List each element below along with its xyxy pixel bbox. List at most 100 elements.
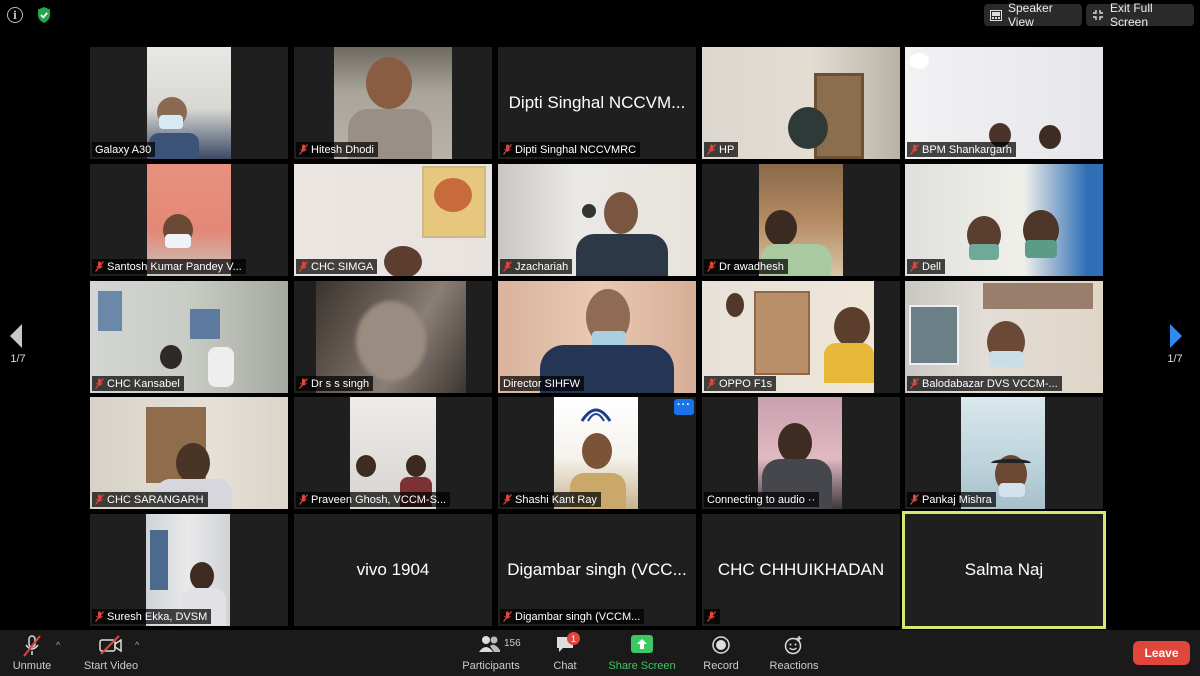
participants-icon	[479, 636, 500, 652]
chat-unread-badge: 1	[567, 632, 580, 645]
smiley-reaction-icon	[784, 636, 802, 655]
participant-tile[interactable]: vivo 1904	[294, 514, 492, 626]
share-screen-label: Share Screen	[608, 660, 676, 672]
participant-name-label: OPPO F1s	[704, 376, 777, 391]
muted-mic-icon	[299, 261, 308, 272]
participant-name-label: Jzachariah	[500, 259, 573, 274]
participant-name-label: Digambar singh (VCCM...	[500, 609, 645, 624]
participant-name-label: Director SIHFW	[500, 376, 584, 391]
muted-mic-icon	[95, 611, 104, 622]
institute-logo	[580, 408, 612, 422]
participant-tile[interactable]: Balodabazar DVS VCCM-...	[905, 281, 1103, 393]
participant-tile[interactable]: CHC Kansabel	[90, 281, 288, 393]
muted-mic-icon	[503, 261, 512, 272]
exit-full-screen-button[interactable]: Exit Full Screen	[1086, 1, 1194, 29]
participant-tile[interactable]: Dipti Singhal NCCVM... Dipti Singhal NCC…	[498, 47, 696, 159]
participant-tile[interactable]: BPM Shankargarh	[905, 47, 1103, 159]
speaker-view-icon	[990, 9, 1002, 21]
record-icon	[712, 636, 730, 654]
video-options-caret-icon[interactable]: ^	[135, 640, 139, 650]
participant-name-label: Dipti Singhal NCCVMRC	[500, 142, 641, 157]
chat-button[interactable]: 1 Chat	[548, 630, 582, 676]
participant-tile[interactable]: Praveen Ghosh, VCCM-S...	[294, 397, 492, 509]
participant-tile[interactable]: Dell	[905, 164, 1103, 276]
start-video-label: Start Video	[83, 660, 139, 672]
participant-tile[interactable]: OPPO F1s	[702, 281, 900, 393]
active-speaker-tile[interactable]: Salma Naj	[902, 511, 1106, 629]
muted-mic-icon	[910, 261, 919, 272]
reactions-button[interactable]: Reactions	[766, 630, 822, 676]
participant-name-label: Galaxy A30	[92, 142, 156, 157]
top-bar: i Speaker View Exit Full Screen	[0, 0, 1200, 30]
video-feed	[147, 47, 231, 159]
participant-name-label: BPM Shankargarh	[907, 142, 1016, 157]
audio-options-caret-icon[interactable]: ^	[56, 640, 60, 650]
muted-mic-icon	[910, 144, 919, 155]
participant-display-name: vivo 1904	[356, 560, 430, 579]
leave-meeting-button[interactable]: Leave	[1133, 641, 1190, 665]
muted-mic-icon	[707, 144, 716, 155]
participant-tile[interactable]: Digambar singh (VCC... Digambar singh (V…	[498, 514, 696, 626]
participant-name-label: Dell	[907, 259, 945, 274]
speaker-view-label: Speaker View	[1008, 1, 1053, 29]
muted-mic-icon	[95, 378, 104, 389]
participant-tile[interactable]: Connecting to audio ··	[702, 397, 900, 509]
participant-tile[interactable]: CHC SARANGARH	[90, 397, 288, 509]
next-page-arrow-icon[interactable]	[1166, 322, 1186, 350]
chat-label: Chat	[553, 660, 577, 672]
muted-mic-icon	[503, 494, 512, 505]
participant-tile[interactable]: Suresh Ekka, DVSM	[90, 514, 288, 626]
unmute-label: Unmute	[12, 660, 52, 672]
participant-name-label	[704, 609, 720, 624]
participants-button[interactable]: 156 Participants	[458, 630, 524, 676]
share-screen-icon	[631, 635, 653, 653]
reactions-label: Reactions	[769, 660, 819, 672]
meeting-toolbar: Unmute ^ Start Video ^ 156 Participants …	[0, 630, 1200, 676]
participant-tile[interactable]: Jzachariah	[498, 164, 696, 276]
speaker-view-button[interactable]: Speaker View	[984, 1, 1082, 29]
record-button[interactable]: Record	[700, 630, 742, 676]
participant-tile[interactable]: Dr s s singh	[294, 281, 492, 393]
participant-tile[interactable]: Pankaj Mishra	[905, 397, 1103, 509]
info-icon[interactable]: i	[7, 7, 23, 23]
participant-tile[interactable]: Dr awadhesh	[702, 164, 900, 276]
participant-count: 156	[504, 638, 521, 649]
exit-fullscreen-icon	[1093, 10, 1103, 20]
participant-tile[interactable]: ··· Shashi Kant Ray	[498, 397, 696, 509]
muted-mic-icon	[299, 144, 308, 155]
participant-display-name: Salma Naj	[964, 560, 1044, 579]
exit-full-screen-label: Exit Full Screen	[1110, 1, 1153, 29]
share-screen-button[interactable]: Share Screen	[604, 630, 680, 676]
start-video-button[interactable]: Start Video	[80, 630, 142, 676]
more-options-button[interactable]: ···	[674, 399, 694, 415]
unmute-button[interactable]: Unmute	[8, 630, 56, 676]
participant-name-label: Balodabazar DVS VCCM-...	[907, 376, 1062, 391]
muted-mic-icon	[299, 494, 308, 505]
muted-mic-icon	[707, 378, 716, 389]
participant-tile[interactable]: HP	[702, 47, 900, 159]
participant-tile[interactable]: Hitesh Dhodi	[294, 47, 492, 159]
record-label: Record	[703, 660, 739, 672]
participant-name-label: Dr awadhesh	[704, 259, 788, 274]
muted-mic-icon	[503, 611, 512, 622]
participant-tile[interactable]: Santosh Kumar Pandey V...	[90, 164, 288, 276]
muted-mic-icon	[910, 494, 919, 505]
participant-name-label: Connecting to audio ··	[704, 492, 820, 507]
participant-tile[interactable]: Director SIHFW	[498, 281, 696, 393]
muted-mic-icon	[503, 144, 512, 155]
previous-page-arrow-icon[interactable]	[6, 322, 26, 350]
page-indicator-left: 1/7	[10, 353, 26, 365]
microphone-muted-icon	[23, 635, 41, 657]
participant-tile[interactable]: CHC CHHUIKHADAN	[702, 514, 900, 626]
page-indicator-right: 1/7	[1167, 353, 1183, 365]
participant-name-label: Praveen Ghosh, VCCM-S...	[296, 492, 451, 507]
participant-tile[interactable]: Galaxy A30	[90, 47, 288, 159]
participant-name-label: Hitesh Dhodi	[296, 142, 378, 157]
participant-name-label: Santosh Kumar Pandey V...	[92, 259, 246, 274]
participant-name-label: HP	[704, 142, 739, 157]
muted-mic-icon	[707, 261, 716, 272]
encryption-shield-icon[interactable]	[36, 6, 52, 24]
participant-name-label: Suresh Ekka, DVSM	[92, 609, 212, 624]
participants-label: Participants	[462, 660, 520, 672]
participant-tile[interactable]: CHC SIMGA	[294, 164, 492, 276]
